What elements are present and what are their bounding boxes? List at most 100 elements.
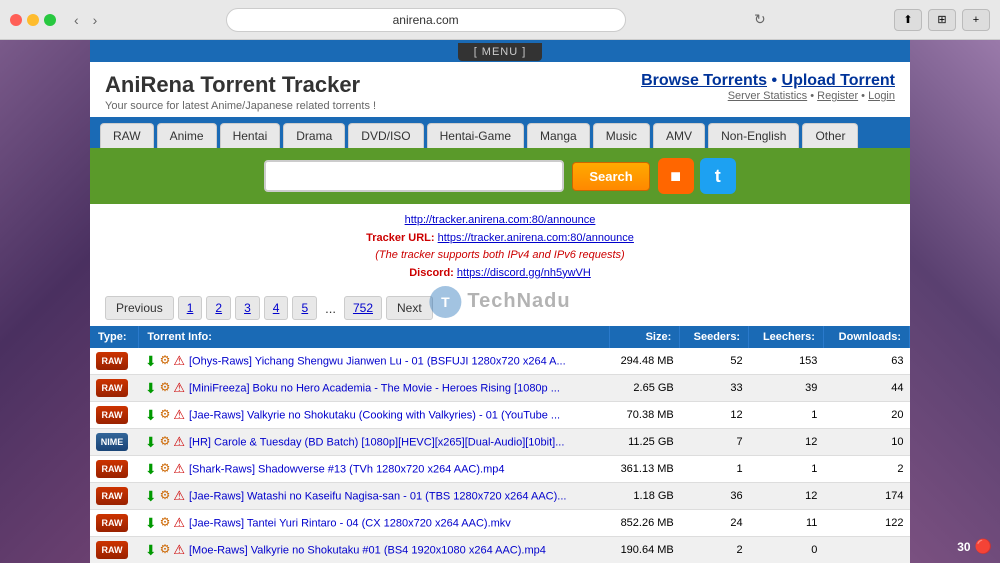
warn-icon[interactable]: ⚠ bbox=[173, 515, 185, 532]
nav-tab-hentai[interactable]: Hentai bbox=[220, 123, 281, 148]
magnet-icon[interactable]: ⚙ bbox=[160, 461, 171, 478]
cell-seeders: 52 bbox=[680, 348, 749, 375]
pagination: Previous 1 2 3 4 5 ... 752 Next T TechNa… bbox=[90, 290, 910, 326]
login-link[interactable]: Login bbox=[868, 90, 895, 102]
cell-leechers: 12 bbox=[749, 483, 824, 510]
download-icon[interactable]: ⬇ bbox=[145, 434, 157, 451]
page-4[interactable]: 4 bbox=[264, 296, 289, 320]
tracker-url2[interactable]: https://tracker.anirena.com:80/announce bbox=[438, 232, 634, 244]
bottom-counter: 30 🔴 bbox=[957, 538, 992, 555]
page-2[interactable]: 2 bbox=[206, 296, 231, 320]
cell-size: 70.38 MB bbox=[609, 402, 680, 429]
download-icon[interactable]: ⬇ bbox=[145, 353, 157, 370]
discord-link[interactable]: https://discord.gg/nh5ywVH bbox=[457, 267, 591, 279]
warn-icon[interactable]: ⚠ bbox=[173, 461, 185, 478]
close-button[interactable] bbox=[10, 14, 22, 26]
cell-downloads: 44 bbox=[823, 375, 909, 402]
warn-icon[interactable]: ⚠ bbox=[173, 380, 185, 397]
cell-downloads: 63 bbox=[823, 348, 909, 375]
upload-torrent-link[interactable]: Upload Torrent bbox=[782, 72, 895, 89]
ellipsis: ... bbox=[321, 301, 340, 316]
nav-tab-drama[interactable]: Drama bbox=[283, 123, 345, 148]
download-icon[interactable]: ⬇ bbox=[145, 461, 157, 478]
download-icon[interactable]: ⬇ bbox=[145, 407, 157, 424]
url-text: anirena.com bbox=[393, 13, 459, 27]
browse-torrents-link[interactable]: Browse Torrents bbox=[641, 72, 767, 89]
search-button[interactable]: Search bbox=[572, 162, 649, 191]
search-input[interactable] bbox=[264, 160, 564, 192]
server-statistics-link[interactable]: Server Statistics bbox=[728, 90, 807, 102]
bg-left bbox=[0, 40, 90, 563]
cell-name: ⬇ ⚙ ⚠ [Jae-Raws] Watashi no Kaseifu Nagi… bbox=[139, 483, 609, 510]
twitter-icon[interactable]: t bbox=[700, 158, 736, 194]
nav-tab-dvd-iso[interactable]: DVD/ISO bbox=[348, 123, 423, 148]
forward-button[interactable]: › bbox=[89, 10, 102, 30]
cell-type: RAW bbox=[90, 510, 139, 537]
torrent-link[interactable]: [HR] Carole & Tuesday (BD Batch) [1080p]… bbox=[189, 436, 564, 448]
table-row: NIME ⬇ ⚙ ⚠ [HR] Carole & Tuesday (BD Bat… bbox=[90, 429, 910, 456]
torrent-link[interactable]: [Ohys-Raws] Yichang Shengwu Jianwen Lu -… bbox=[189, 355, 566, 367]
minimize-button[interactable] bbox=[27, 14, 39, 26]
cell-name: ⬇ ⚙ ⚠ [Moe-Raws] Valkyrie no Shokutaku #… bbox=[139, 537, 609, 563]
warn-icon[interactable]: ⚠ bbox=[173, 353, 185, 370]
download-icon[interactable]: ⬇ bbox=[145, 515, 157, 532]
magnet-icon[interactable]: ⚙ bbox=[160, 515, 171, 532]
magnet-icon[interactable]: ⚙ bbox=[160, 380, 171, 397]
new-tab-button[interactable]: + bbox=[962, 9, 990, 31]
refresh-button[interactable]: ↻ bbox=[750, 9, 770, 30]
page-5[interactable]: 5 bbox=[292, 296, 317, 320]
address-bar[interactable]: anirena.com bbox=[226, 8, 626, 32]
share-button[interactable]: ⬆ bbox=[894, 9, 922, 31]
nav-tab-raw[interactable]: RAW bbox=[100, 123, 154, 148]
torrent-link[interactable]: [Jae-Raws] Valkyrie no Shokutaku (Cookin… bbox=[189, 409, 560, 421]
tab-button[interactable]: ⊞ bbox=[928, 9, 956, 31]
nav-tab-music[interactable]: Music bbox=[593, 123, 650, 148]
magnet-icon[interactable]: ⚙ bbox=[160, 407, 171, 424]
page-1[interactable]: 1 bbox=[178, 296, 203, 320]
magnet-icon[interactable]: ⚙ bbox=[160, 434, 171, 451]
cell-type: RAW bbox=[90, 456, 139, 483]
table-row: RAW ⬇ ⚙ ⚠ [Jae-Raws] Watashi no Kaseifu … bbox=[90, 483, 910, 510]
magnet-icon[interactable]: ⚙ bbox=[160, 542, 171, 559]
warn-icon[interactable]: ⚠ bbox=[173, 407, 185, 424]
download-icon[interactable]: ⬇ bbox=[145, 380, 157, 397]
cell-leechers: 1 bbox=[749, 456, 824, 483]
download-icon[interactable]: ⬇ bbox=[145, 488, 157, 505]
warn-icon[interactable]: ⚠ bbox=[173, 542, 185, 559]
browse-upload-links: Browse Torrents • Upload Torrent bbox=[641, 72, 895, 90]
back-button[interactable]: ‹ bbox=[70, 10, 83, 30]
nav-tab-anime[interactable]: Anime bbox=[157, 123, 217, 148]
download-icon[interactable]: ⬇ bbox=[145, 542, 157, 559]
menu-tab[interactable]: [ MENU ] bbox=[458, 43, 543, 61]
torrent-link[interactable]: [Moe-Raws] Valkyrie no Shokutaku #01 (BS… bbox=[189, 544, 546, 556]
table-row: RAW ⬇ ⚙ ⚠ [Moe-Raws] Valkyrie no Shokuta… bbox=[90, 537, 910, 563]
torrent-link[interactable]: [Jae-Raws] Watashi no Kaseifu Nagisa-san… bbox=[189, 490, 566, 502]
cell-size: 190.64 MB bbox=[609, 537, 680, 563]
nav-tab-other[interactable]: Other bbox=[802, 123, 858, 148]
page-last[interactable]: 752 bbox=[344, 296, 382, 320]
tracker-url1[interactable]: http://tracker.anirena.com:80/announce bbox=[405, 214, 596, 226]
magnet-icon[interactable]: ⚙ bbox=[160, 353, 171, 370]
nav-tab-amv[interactable]: AMV bbox=[653, 123, 705, 148]
rss-icon[interactable]: ■ bbox=[658, 158, 694, 194]
next-button[interactable]: Next bbox=[386, 296, 433, 320]
warn-icon[interactable]: ⚠ bbox=[173, 434, 185, 451]
nav-tab-hentai-game[interactable]: Hentai-Game bbox=[427, 123, 524, 148]
page-3[interactable]: 3 bbox=[235, 296, 260, 320]
torrent-link[interactable]: [MiniFreeza] Boku no Hero Academia - The… bbox=[189, 382, 560, 394]
cell-name: ⬇ ⚙ ⚠ [Jae-Raws] Tantei Yuri Rintaro - 0… bbox=[139, 510, 609, 537]
search-bar: Search ■ t bbox=[90, 148, 910, 204]
table-row: RAW ⬇ ⚙ ⚠ [Jae-Raws] Valkyrie no Shokuta… bbox=[90, 402, 910, 429]
torrent-link[interactable]: [Shark-Raws] Shadowverse #13 (TVh 1280x7… bbox=[189, 463, 505, 475]
previous-button[interactable]: Previous bbox=[105, 296, 174, 320]
maximize-button[interactable] bbox=[44, 14, 56, 26]
magnet-icon[interactable]: ⚙ bbox=[160, 488, 171, 505]
register-link[interactable]: Register bbox=[817, 90, 858, 102]
warn-icon[interactable]: ⚠ bbox=[173, 488, 185, 505]
nav-tab-manga[interactable]: Manga bbox=[527, 123, 590, 148]
col-leechers: Leechers: bbox=[749, 326, 824, 348]
torrent-link[interactable]: [Jae-Raws] Tantei Yuri Rintaro - 04 (CX … bbox=[189, 517, 511, 529]
cell-leechers: 0 bbox=[749, 537, 824, 563]
nav-tab-non-english[interactable]: Non-English bbox=[708, 123, 799, 148]
counter-icon: 🔴 bbox=[975, 538, 992, 555]
